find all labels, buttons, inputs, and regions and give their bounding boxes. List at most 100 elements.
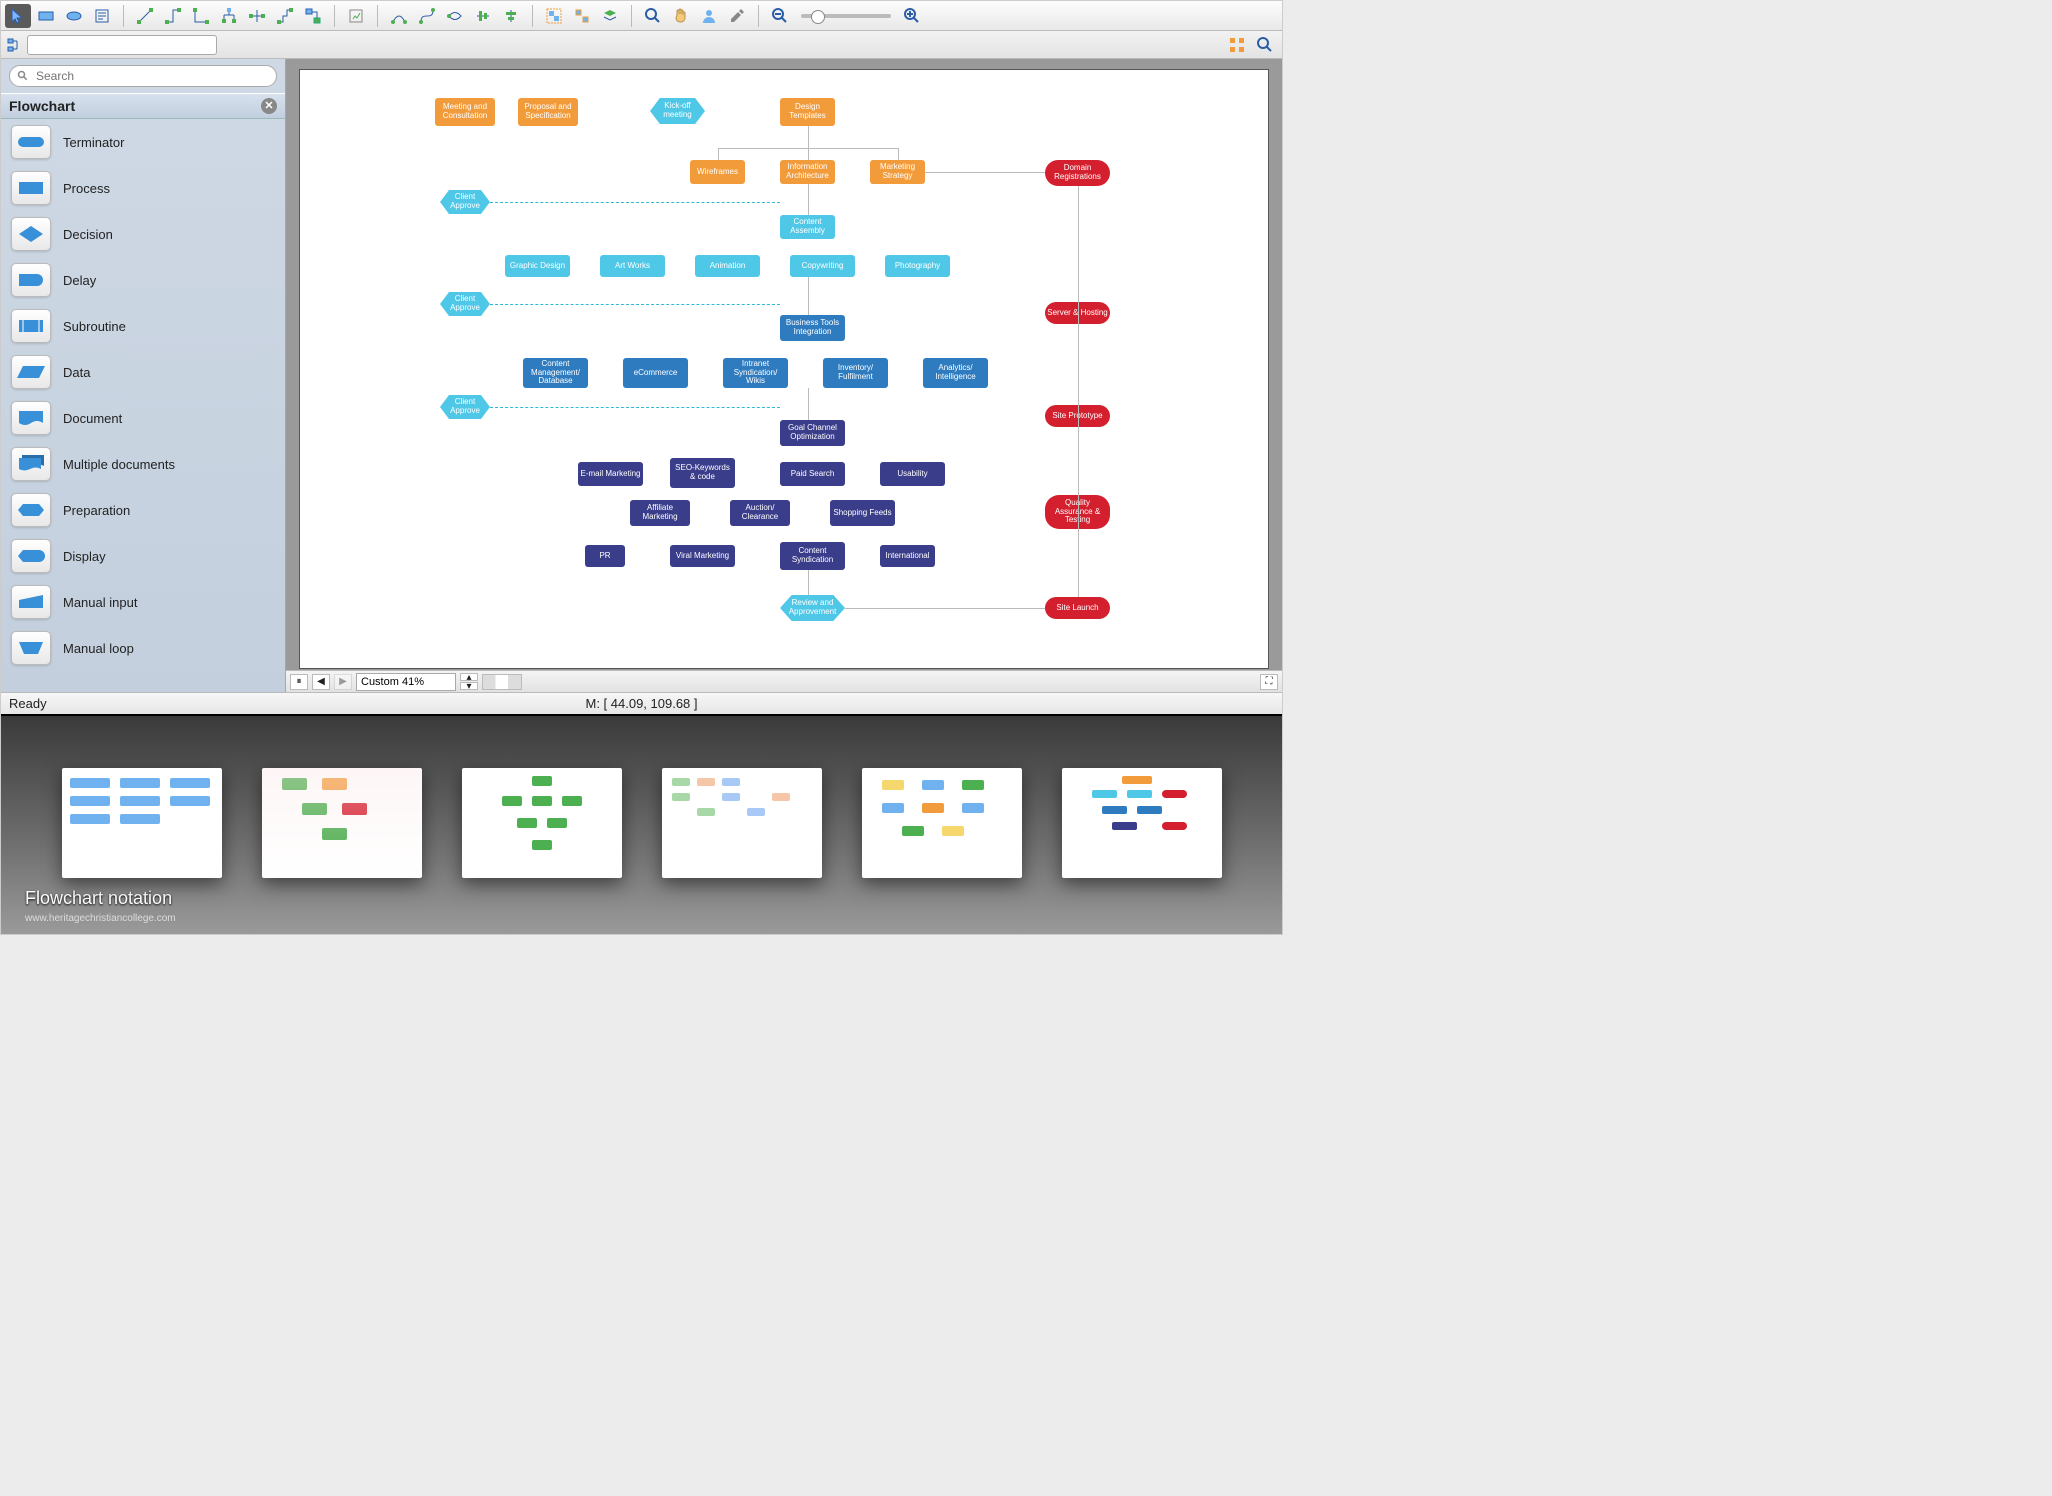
align-v[interactable] — [498, 4, 524, 28]
node-content-assembly[interactable]: Content Assembly — [780, 215, 835, 239]
curve-1[interactable] — [386, 4, 412, 28]
node-animation[interactable]: Animation — [695, 255, 760, 277]
sidebar-search-input[interactable] — [9, 65, 277, 87]
page-tabs[interactable] — [482, 674, 522, 690]
node-graphic-design[interactable]: Graphic Design — [505, 255, 570, 277]
gallery-thumb-5[interactable] — [862, 768, 1022, 878]
connector-route[interactable] — [272, 4, 298, 28]
align-h[interactable] — [470, 4, 496, 28]
node-marketing[interactable]: Marketing Strategy — [870, 160, 925, 184]
shape-manual-input[interactable]: Manual input — [1, 579, 285, 625]
node-seo[interactable]: SEO-Keywords & code — [670, 458, 735, 488]
node-analytics[interactable]: Analytics/ Intelligence — [923, 358, 988, 388]
prev-page-button[interactable]: ◀ — [312, 674, 330, 690]
node-kickoff[interactable]: Kick-off meeting — [650, 98, 705, 124]
shape-data[interactable]: Data — [1, 349, 285, 395]
curve-2[interactable] — [414, 4, 440, 28]
zoom-tool[interactable] — [640, 4, 666, 28]
node-client-approve-3[interactable]: Client Approve — [440, 395, 490, 419]
node-business-tools[interactable]: Business Tools Integration — [780, 315, 845, 341]
library-tree-icon[interactable] — [3, 33, 27, 57]
delay-icon — [11, 263, 51, 297]
ellipse-tool[interactable] — [61, 4, 87, 28]
node-client-approve-1[interactable]: Client Approve — [440, 190, 490, 214]
curve-3[interactable] — [442, 4, 468, 28]
node-intranet[interactable]: Intranet Syndication/ Wikis — [723, 358, 788, 388]
node-email[interactable]: E-mail Marketing — [578, 462, 643, 486]
user-tool[interactable] — [696, 4, 722, 28]
gallery-thumb-6[interactable] — [1062, 768, 1222, 878]
node-affiliate[interactable]: Affiliate Marketing — [630, 500, 690, 526]
shape-decision[interactable]: Decision — [1, 211, 285, 257]
insert-tool[interactable] — [343, 4, 369, 28]
connector-tree[interactable] — [216, 4, 242, 28]
next-page-button[interactable]: ▶ — [334, 674, 352, 690]
shape-subroutine[interactable]: Subroutine — [1, 303, 285, 349]
node-auction[interactable]: Auction/ Clearance — [730, 500, 790, 526]
layers-tool[interactable] — [597, 4, 623, 28]
close-library-icon[interactable]: ✕ — [261, 98, 277, 114]
node-copywriting[interactable]: Copywriting — [790, 255, 855, 277]
node-cms-db[interactable]: Content Management/ Database — [523, 358, 588, 388]
node-inventory[interactable]: Inventory/ Fulfilment — [823, 358, 888, 388]
library-filter-input[interactable] — [27, 35, 217, 55]
zoom-step-down[interactable]: ▾ — [460, 682, 478, 690]
connector-straight[interactable] — [132, 4, 158, 28]
pan-tool[interactable] — [668, 4, 694, 28]
node-domain-reg[interactable]: Domain Registrations — [1045, 160, 1110, 186]
connector-step[interactable] — [160, 4, 186, 28]
gallery-thumb-3[interactable] — [462, 768, 622, 878]
zoom-slider[interactable] — [801, 14, 891, 18]
shape-process[interactable]: Process — [1, 165, 285, 211]
zoom-out-button[interactable] — [767, 4, 793, 28]
eyedropper-tool[interactable] — [724, 4, 750, 28]
node-wireframes[interactable]: Wireframes — [690, 160, 745, 184]
node-goal-channel[interactable]: Goal Channel Optimization — [780, 420, 845, 446]
node-international[interactable]: International — [880, 545, 935, 567]
node-paid-search[interactable]: Paid Search — [780, 462, 845, 486]
node-viral[interactable]: Viral Marketing — [670, 545, 735, 567]
text-tool[interactable] — [89, 4, 115, 28]
library-title-bar[interactable]: Flowchart ✕ — [1, 93, 285, 119]
shape-multiple-documents[interactable]: Multiple documents — [1, 441, 285, 487]
node-design-templates[interactable]: Design Templates — [780, 98, 835, 126]
node-meeting[interactable]: Meeting and Consultation — [435, 98, 495, 126]
rect-tool[interactable] — [33, 4, 59, 28]
zoom-in-button[interactable] — [899, 4, 925, 28]
terminator-icon — [11, 125, 51, 159]
pause-icon[interactable]: ⏸ — [290, 674, 308, 690]
shape-preparation[interactable]: Preparation — [1, 487, 285, 533]
node-shopping[interactable]: Shopping Feeds — [830, 500, 895, 526]
shape-display[interactable]: Display — [1, 533, 285, 579]
drawing-page[interactable]: Meeting and Consultation Proposal and Sp… — [299, 69, 1269, 669]
connector-orth[interactable] — [188, 4, 214, 28]
shape-manual-loop[interactable]: Manual loop — [1, 625, 285, 671]
shape-terminator[interactable]: Terminator — [1, 119, 285, 165]
node-ia[interactable]: Information Architecture — [780, 160, 835, 184]
gallery-thumb-1[interactable] — [62, 768, 222, 878]
grid-view-icon[interactable] — [1224, 33, 1250, 57]
fit-page-icon[interactable]: ⛶ — [1260, 674, 1278, 690]
zoom-level-input[interactable] — [356, 673, 456, 691]
shape-delay[interactable]: Delay — [1, 257, 285, 303]
group-tool[interactable] — [541, 4, 567, 28]
node-artworks[interactable]: Art Works — [600, 255, 665, 277]
search-library-icon[interactable] — [1252, 33, 1278, 57]
node-pr[interactable]: PR — [585, 545, 625, 567]
node-ecommerce[interactable]: eCommerce — [623, 358, 688, 388]
gallery-thumb-2[interactable] — [262, 768, 422, 878]
shape-document[interactable]: Document — [1, 395, 285, 441]
pointer-tool[interactable] — [5, 4, 31, 28]
connector-auto[interactable] — [300, 4, 326, 28]
node-usability[interactable]: Usability — [880, 462, 945, 486]
canvas-scroll[interactable]: Meeting and Consultation Proposal and Sp… — [286, 59, 1282, 670]
connector-smart[interactable] — [244, 4, 270, 28]
node-proposal[interactable]: Proposal and Specification — [518, 98, 578, 126]
node-photography[interactable]: Photography — [885, 255, 950, 277]
node-content-synd[interactable]: Content Syndication — [780, 542, 845, 570]
ungroup-tool[interactable] — [569, 4, 595, 28]
gallery-thumb-4[interactable] — [662, 768, 822, 878]
node-site-launch[interactable]: Site Launch — [1045, 597, 1110, 619]
node-client-approve-2[interactable]: Client Approve — [440, 292, 490, 316]
node-review[interactable]: Review and Approvement — [780, 595, 845, 621]
